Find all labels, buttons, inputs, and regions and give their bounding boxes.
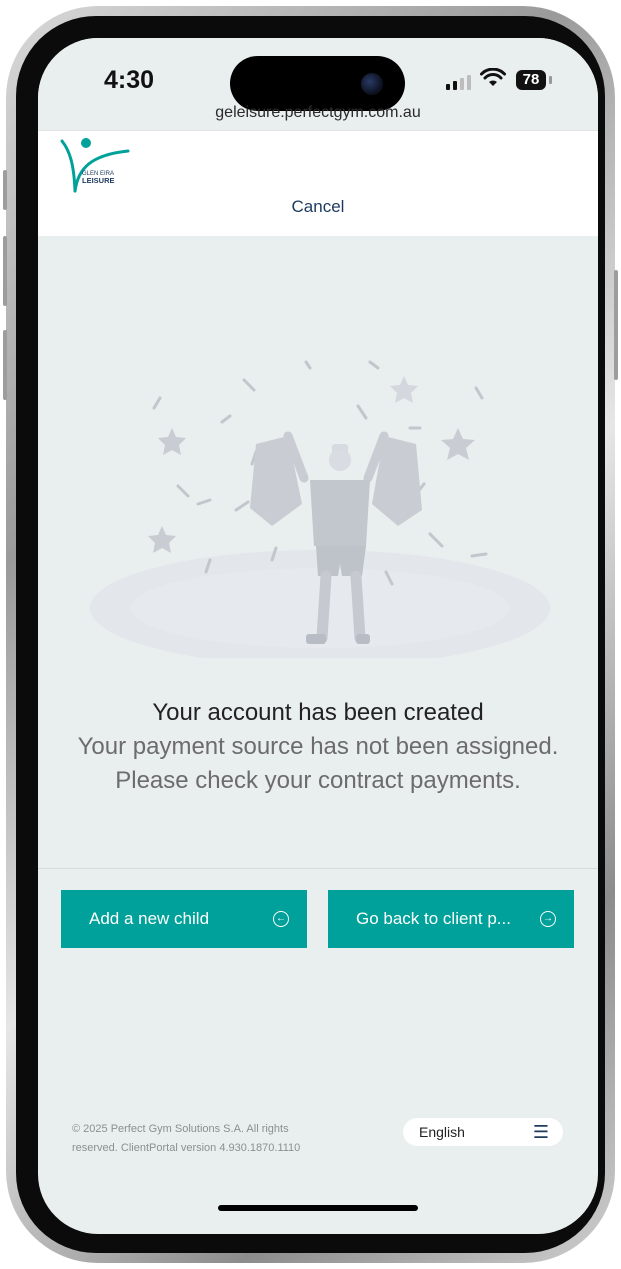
- copyright-line-1: © 2025 Perfect Gym Solutions S.A. All ri…: [72, 1123, 289, 1135]
- cancel-link[interactable]: Cancel: [292, 197, 345, 216]
- home-indicator[interactable]: [218, 1205, 418, 1211]
- hamburger-menu-icon: ☰: [532, 1122, 549, 1142]
- battery-tip: [549, 76, 552, 84]
- celebration-illustration: [90, 360, 550, 658]
- circle-arrow-right-icon: →: [540, 911, 556, 927]
- language-value: English: [419, 1124, 465, 1140]
- section-divider: [38, 868, 598, 869]
- cancel-row: Cancel: [38, 193, 598, 233]
- add-new-child-button[interactable]: Add a new child ←: [61, 890, 307, 948]
- glen-eira-leisure-logo[interactable]: GLEN EIRA LEISURE: [56, 135, 136, 197]
- payment-source-notice: Your payment source has not been assigne…: [77, 733, 559, 760]
- status-time: 4:30: [104, 66, 155, 94]
- add-new-child-label: Add a new child: [89, 909, 210, 928]
- phone-screen: 4:30 78 geleisure.perfectgym.com.au GLEN…: [38, 38, 598, 1234]
- language-selector[interactable]: English ☰: [403, 1118, 563, 1146]
- go-back-to-client-portal-button[interactable]: Go back to client p... →: [328, 890, 574, 948]
- wifi-icon: [480, 68, 506, 86]
- status-message: Your account has been created Your payme…: [38, 696, 598, 798]
- battery-icon: 78: [516, 70, 546, 90]
- circle-arrow-left-icon: ←: [273, 911, 289, 927]
- volume-up-button: [3, 236, 7, 306]
- copyright-text: © 2025 Perfect Gym Solutions S.A. All ri…: [72, 1120, 372, 1158]
- check-payments-notice: Please check your contract payments.: [115, 767, 521, 794]
- browser-url[interactable]: geleisure.perfectgym.com.au: [38, 104, 598, 122]
- dynamic-island: [230, 56, 405, 111]
- action-button: [3, 170, 7, 210]
- front-camera-icon: [361, 73, 383, 95]
- account-created-title: Your account has been created: [152, 699, 484, 726]
- cellular-signal-icon: [446, 74, 471, 90]
- power-button: [614, 270, 618, 380]
- status-bar: 4:30 78 geleisure.perfectgym.com.au: [38, 38, 598, 133]
- volume-down-button: [3, 330, 7, 400]
- site-header: GLEN EIRA LEISURE Cancel: [38, 130, 598, 236]
- copyright-line-2: reserved. ClientPortal version 4.930.187…: [72, 1142, 301, 1154]
- logo-text-line2: LEISURE: [82, 176, 115, 185]
- go-back-label: Go back to client p...: [356, 909, 511, 928]
